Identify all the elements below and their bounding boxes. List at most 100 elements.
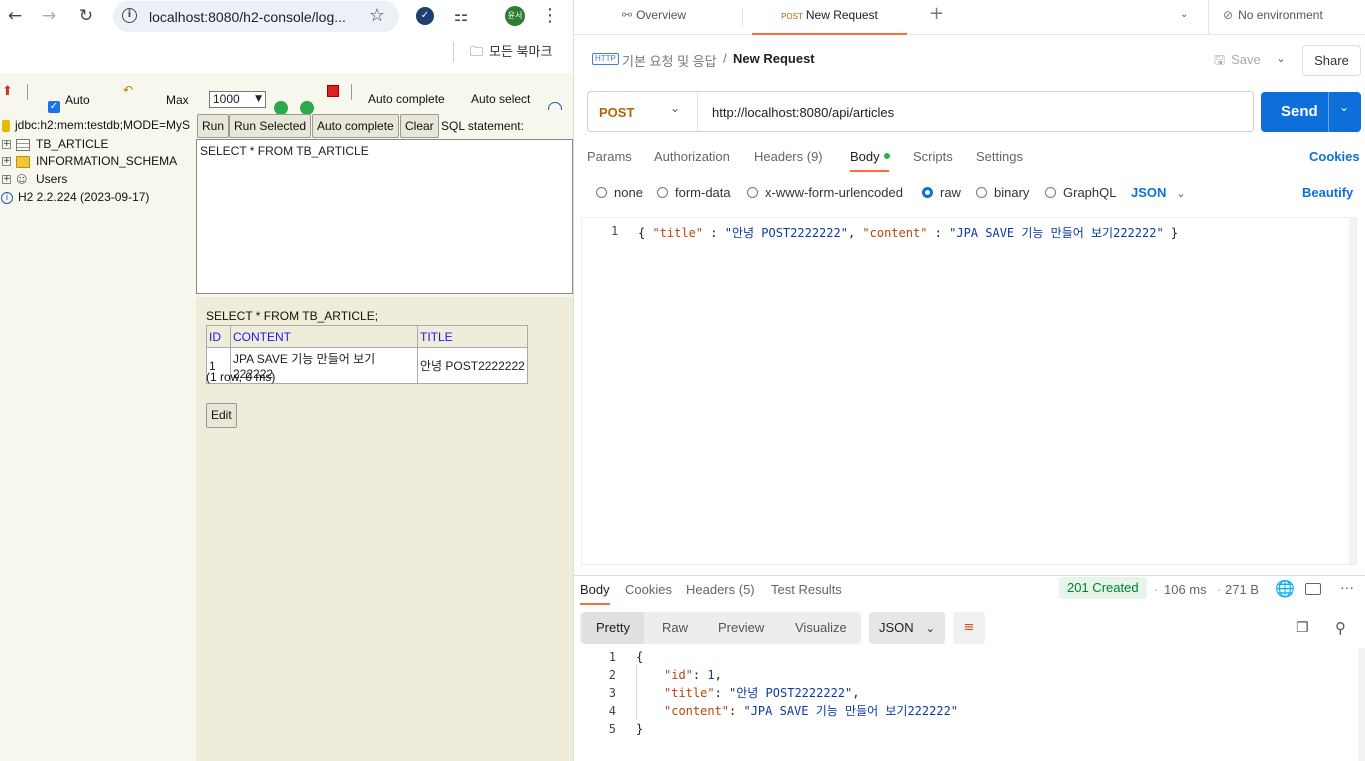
response-scrollbar[interactable]	[1358, 648, 1365, 761]
sql-editor[interactable]: SELECT * FROM TB_ARTICLE	[196, 139, 573, 294]
run-selected-icon[interactable]	[300, 101, 314, 115]
run-button[interactable]: Run	[197, 114, 230, 138]
radio-form-data[interactable]: form-data	[657, 185, 731, 200]
extension-check-icon[interactable]: ✓	[416, 7, 434, 25]
save-options-chevron-icon[interactable]: ⌄	[1271, 46, 1291, 72]
view-preview[interactable]: Preview	[718, 612, 764, 644]
bookmark-star-icon[interactable]: ☆	[369, 5, 385, 26]
json-string: "안녕 POST2222222"	[724, 226, 848, 240]
radio-binary[interactable]: binary	[976, 185, 1029, 200]
history-icon[interactable]: ↶	[123, 83, 133, 97]
radio-none[interactable]: none	[596, 185, 643, 200]
method-label: POST	[599, 105, 635, 120]
radio-urlencoded[interactable]: x-www-form-urlencoded	[747, 185, 903, 200]
tab-authorization[interactable]: Authorization	[654, 149, 730, 164]
reload-icon[interactable]: ↻	[74, 5, 98, 29]
expand-icon[interactable]: +	[2, 175, 11, 185]
tab-settings[interactable]: Settings	[976, 149, 1023, 164]
breadcrumb-request[interactable]: New Request	[733, 51, 815, 66]
forward-icon[interactable]: →	[37, 5, 61, 29]
site-info-icon[interactable]: i	[122, 8, 137, 23]
view-visualize[interactable]: Visualize	[795, 612, 847, 644]
column-header-content[interactable]: CONTENT	[230, 325, 418, 348]
database-icon	[2, 119, 10, 132]
environment-selector[interactable]: ⊘ No environment	[1223, 0, 1323, 35]
run-icon[interactable]	[274, 101, 288, 115]
response-format-select[interactable]: JSON ⌄	[869, 612, 945, 644]
method-select[interactable]: POST ⌄	[588, 92, 698, 131]
response-size[interactable]: 271 B	[1225, 582, 1259, 597]
tab-params[interactable]: Params	[587, 149, 632, 164]
beautify-link[interactable]: Beautify	[1302, 185, 1353, 200]
address-bar[interactable]: i localhost:8080/h2-console/log... ☆	[113, 1, 399, 32]
share-button[interactable]: Share	[1302, 45, 1361, 76]
search-icon[interactable]: ⚲	[1335, 612, 1346, 644]
radio-label: none	[614, 185, 643, 200]
run-selected-button[interactable]: Run Selected	[229, 114, 312, 138]
send-button[interactable]: Send ⌄	[1261, 92, 1361, 132]
help-icon[interactable]	[548, 102, 562, 110]
all-bookmarks[interactable]: 🗀 모든 북마크	[453, 42, 552, 62]
radio-graphql[interactable]: GraphQL	[1045, 185, 1116, 200]
view-pretty[interactable]: Pretty	[582, 612, 644, 644]
response-tab-test-results[interactable]: Test Results	[771, 582, 842, 597]
auto-commit-checkbox[interactable]: ✓	[48, 101, 60, 113]
status-badge[interactable]: 201 Created	[1059, 577, 1147, 599]
profile-avatar[interactable]: 윤서	[505, 6, 525, 26]
more-options-icon[interactable]: ···	[1340, 579, 1354, 595]
expand-icon[interactable]: +	[2, 140, 11, 150]
new-tab-plus-icon[interactable]: +	[929, 0, 944, 35]
environment-label: No environment	[1238, 8, 1323, 22]
save-button[interactable]: 🖫 Save	[1214, 51, 1261, 73]
tab-overview[interactable]: ⚯ Overview	[622, 0, 686, 35]
column-header-title[interactable]: TITLE	[417, 325, 528, 348]
save-example-icon[interactable]	[1305, 583, 1321, 595]
breadcrumb-collection[interactable]: 기본 요청 및 응답	[622, 51, 717, 70]
clear-button[interactable]: Clear	[400, 114, 439, 138]
tab-scripts[interactable]: Scripts	[913, 149, 953, 164]
tree-item-label: Users	[36, 172, 68, 186]
cookies-link[interactable]: Cookies	[1309, 149, 1360, 164]
extensions-puzzle-icon[interactable]: ⚏	[452, 7, 470, 25]
radio-label: raw	[940, 185, 961, 200]
response-time[interactable]: 106 ms	[1164, 582, 1207, 597]
tree-item-tb-article[interactable]: + TB_ARTICLE	[2, 136, 108, 153]
tab-divider	[1208, 0, 1209, 35]
tree-item-users[interactable]: + ☺ Users	[2, 171, 67, 188]
tabs-dropdown-chevron-icon[interactable]: ⌄	[1180, 0, 1188, 35]
copy-icon[interactable]: ❐	[1296, 612, 1309, 644]
view-raw[interactable]: Raw	[662, 612, 688, 644]
response-tab-headers[interactable]: Headers (5)	[686, 582, 755, 597]
url-input[interactable]: http://localhost:8080/api/articles	[712, 105, 894, 120]
column-header-id[interactable]: ID	[206, 325, 231, 348]
stop-icon[interactable]	[327, 85, 339, 97]
tree-item-information-schema[interactable]: + INFORMATION_SCHEMA	[2, 153, 177, 170]
editor-scrollbar[interactable]	[1349, 218, 1356, 564]
json-punct: ,	[847, 226, 863, 240]
response-tab-cookies[interactable]: Cookies	[625, 582, 672, 597]
breadcrumb-separator: /	[723, 51, 727, 66]
disconnect-icon[interactable]: ⬆	[2, 84, 13, 99]
active-tab-underline	[580, 603, 610, 605]
format-select[interactable]: JSON ⌄	[1131, 185, 1186, 200]
indent-guide	[636, 664, 637, 720]
request-header: HTTP 기본 요청 및 응답 / New Request 🖫 Save ⌄ Sh…	[574, 36, 1365, 84]
tab-new-request[interactable]: POST New Request	[752, 0, 907, 35]
radio-label: form-data	[675, 185, 731, 200]
radio-raw[interactable]: raw	[922, 185, 961, 200]
send-options-chevron-icon[interactable]: ⌄	[1339, 100, 1349, 114]
edit-button[interactable]: Edit	[206, 403, 237, 428]
auto-complete-button[interactable]: Auto complete	[312, 114, 399, 138]
json-key: "content"	[862, 226, 928, 240]
tab-headers[interactable]: Headers (9)	[754, 149, 823, 164]
response-body[interactable]: 1 { 2 "id": 1, 3 "title": "안녕 POST222222…	[574, 648, 1365, 761]
tab-body[interactable]: Body	[850, 149, 890, 164]
network-globe-icon[interactable]: 🌐	[1275, 579, 1295, 598]
max-rows-select[interactable]: 1000 ▼	[209, 91, 266, 108]
expand-icon[interactable]: +	[2, 157, 11, 167]
response-tab-body[interactable]: Body	[580, 582, 610, 597]
back-icon[interactable]: ←	[3, 5, 27, 29]
menu-icon[interactable]: ⋮	[538, 5, 562, 29]
request-body-editor[interactable]: 1 { "title" : "안녕 POST2222222", "content…	[581, 217, 1357, 565]
wrap-lines-icon[interactable]: ≡	[953, 612, 985, 644]
